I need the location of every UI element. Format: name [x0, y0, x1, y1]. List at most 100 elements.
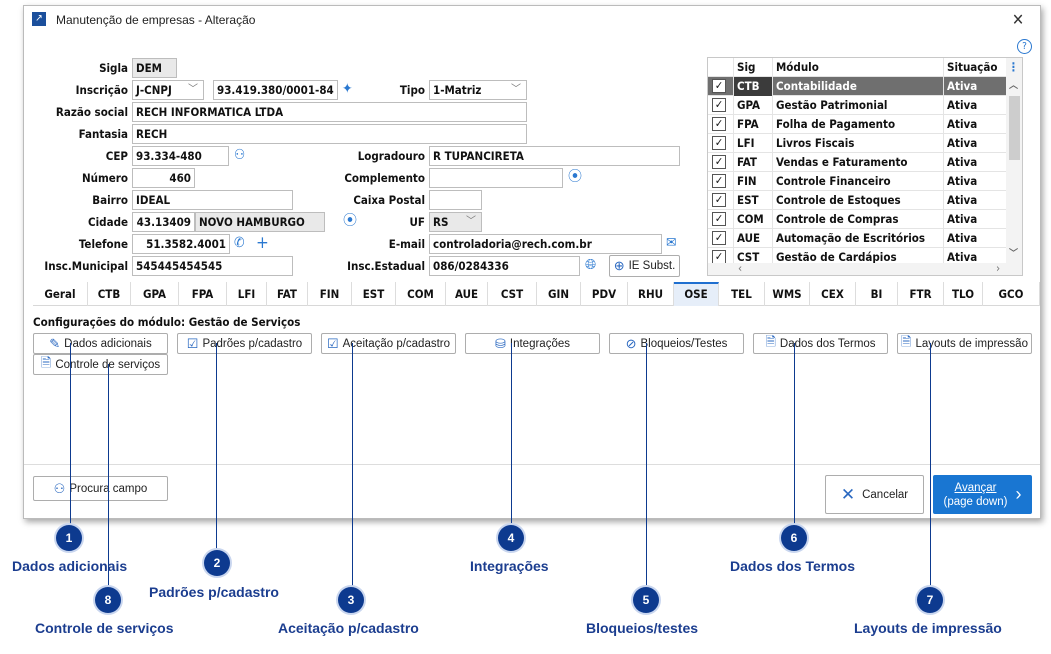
uf-select[interactable]: RS ﹀ [429, 212, 482, 232]
tipo-select[interactable]: 1-Matriz ﹀ [429, 80, 527, 100]
tab-ftr[interactable]: FTR [898, 282, 944, 306]
horizontal-scrollbar[interactable]: ‹ › [708, 261, 1022, 275]
callout-line [352, 343, 353, 587]
checkbox[interactable]: ✓ [712, 231, 726, 245]
tab-rhu[interactable]: RHU [628, 282, 674, 306]
grid-row[interactable]: ✓ CTB Contabilidade Ativa [708, 77, 1006, 96]
map-pin-icon[interactable]: ⦿ [568, 167, 582, 187]
grid-row[interactable]: ✓ FAT Vendas e Faturamento Ativa [708, 153, 1006, 172]
checkbox[interactable]: ✓ [712, 193, 726, 207]
tab-est[interactable]: EST [352, 282, 396, 306]
plus-icon[interactable]: + [256, 233, 269, 253]
grid-row[interactable]: ✓ FPA Folha de Pagamento Ativa [708, 115, 1006, 134]
dados-adicionais-button[interactable]: ✎ Dados adicionais [33, 333, 168, 354]
cell-modulo: Controle Financeiro [772, 172, 943, 191]
insc-estadual-field[interactable]: 086/0284336 [429, 256, 580, 276]
layouts-impressao-button[interactable]: 🗎︎ Layouts de impressão [897, 333, 1032, 354]
grid-row[interactable]: ✓ GPA Gestão Patrimonial Ativa [708, 96, 1006, 115]
padroes-cadastro-label: Padrões p/cadastro [202, 337, 303, 350]
tab-gco[interactable]: GCO [983, 282, 1040, 306]
next-button[interactable]: Avançar (page down) › [933, 475, 1032, 514]
integracoes-button[interactable]: ⛁ Integrações [465, 333, 600, 354]
tab-ctb[interactable]: CTB [88, 282, 131, 306]
scroll-left-icon[interactable]: ‹ [738, 261, 742, 275]
scroll-right-icon[interactable]: › [996, 261, 1000, 275]
tab-wms[interactable]: WMS [765, 282, 810, 306]
header-sig[interactable]: Sig [733, 58, 772, 77]
tab-gpa[interactable]: GPA [131, 282, 179, 306]
scroll-down-icon[interactable]: ﹀ [1009, 246, 1018, 259]
telefone-field[interactable]: 51.3582.4001 [132, 234, 230, 254]
tab-lfi[interactable]: LFI [227, 282, 267, 306]
tab-aue[interactable]: AUE [446, 282, 488, 306]
cell-modulo: Gestão Patrimonial [772, 96, 943, 115]
mail-icon[interactable]: ✉ [666, 233, 677, 253]
scroll-up-icon[interactable]: ︿ [1009, 78, 1018, 91]
checkbox[interactable]: ✓ [712, 117, 726, 131]
cidade-code-field[interactable]: 43.13409 [132, 212, 195, 232]
tab-tlo[interactable]: TLO [944, 282, 983, 306]
numero-field[interactable]: 460 [132, 168, 195, 188]
tab-bi[interactable]: BI [856, 282, 898, 306]
checkbox[interactable]: ✓ [712, 136, 726, 150]
form-check-icon: ☑ [326, 335, 339, 351]
insc-municipal-field[interactable]: 545445454545 [132, 256, 293, 276]
grid-row[interactable]: ✓ EST Controle de Estoques Ativa [708, 191, 1006, 210]
aceitacao-cadastro-button[interactable]: ☑ Aceitação p/cadastro [321, 333, 456, 354]
cell-modulo: Livros Fiscais [772, 134, 943, 153]
whatsapp-icon[interactable]: ✆ [234, 233, 245, 253]
tab-tel[interactable]: TEL [719, 282, 765, 306]
checkbox[interactable]: ✓ [712, 174, 726, 188]
caixa-postal-field[interactable] [429, 190, 482, 210]
cep-field[interactable]: 93.334-480 [132, 146, 229, 166]
bairro-field[interactable]: IDEAL [132, 190, 293, 210]
tab-ose[interactable]: OSE [674, 282, 719, 306]
tab-cex[interactable]: CEX [810, 282, 856, 306]
tab-fin[interactable]: FIN [308, 282, 352, 306]
tab-pdv[interactable]: PDV [581, 282, 628, 306]
padroes-cadastro-button[interactable]: ☑ Padrões p/cadastro [177, 333, 312, 354]
checkbox[interactable]: ✓ [712, 98, 726, 112]
help-icon[interactable]: ? [1017, 39, 1032, 54]
fantasia-field[interactable]: RECH [132, 124, 527, 144]
controle-servicos-button[interactable]: 🗎︎Controle de serviços [33, 354, 168, 375]
grid-row[interactable]: ✓ FIN Controle Financeiro Ativa [708, 172, 1006, 191]
vertical-scrollbar[interactable]: ⋮ ︿ ﹀ [1006, 58, 1022, 263]
grid-header: Sig Módulo Situação [708, 58, 1006, 77]
checkbox[interactable]: ✓ [712, 212, 726, 226]
tab-fpa[interactable]: FPA [179, 282, 227, 306]
procura-campo-button[interactable]: ⚇ Procura campo [33, 476, 168, 501]
ie-subst-button[interactable]: ⊕ IE Subst. [609, 255, 680, 277]
inscricao-type-select[interactable]: J-CNPJ ﹀ [132, 80, 204, 100]
checkbox[interactable]: ✓ [712, 79, 726, 93]
grid-row[interactable]: ✓ AUE Automação de Escritórios Ativa [708, 229, 1006, 248]
cell-sig: FPA [733, 115, 772, 134]
bloqueios-testes-button[interactable]: ⊘ Bloqueios/Testes [609, 333, 744, 354]
tab-fat[interactable]: FAT [267, 282, 308, 306]
checkbox[interactable]: ✓ [712, 155, 726, 169]
sigla-field[interactable]: DEM [132, 58, 177, 78]
binoculars-icon[interactable]: ⚇ [234, 145, 245, 165]
tab-com[interactable]: COM [396, 282, 446, 306]
tab-geral[interactable]: Geral [33, 282, 88, 306]
callout-line [794, 343, 795, 525]
cell-situacao: Ativa [943, 229, 1006, 248]
complemento-field[interactable] [429, 168, 563, 188]
email-field[interactable]: controladoria@rech.com.br [429, 234, 662, 254]
tab-gin[interactable]: GIN [537, 282, 581, 306]
dados-termos-button[interactable]: 🗎︎ Dados dos Termos [753, 333, 888, 354]
cell-sig: FAT [733, 153, 772, 172]
scrollbar-thumb[interactable] [1009, 96, 1020, 160]
logradouro-field[interactable]: R TUPANCIRETA [429, 146, 680, 166]
header-modulo[interactable]: Módulo [772, 58, 943, 77]
cancel-button[interactable]: ✕ Cancelar [825, 475, 924, 514]
grid-row[interactable]: ✓ COM Controle de Compras Ativa [708, 210, 1006, 229]
globe-icon[interactable]: 🌐︎ [585, 255, 596, 275]
razao-field[interactable]: RECH INFORMATICA LTDA [132, 102, 527, 122]
tab-cst[interactable]: CST [488, 282, 537, 306]
checkbox[interactable]: ✓ [712, 250, 726, 264]
header-situacao[interactable]: Situação [943, 58, 1006, 77]
grid-row[interactable]: ✓ LFI Livros Fiscais Ativa [708, 134, 1006, 153]
more-options-icon[interactable]: ⋮ [1008, 60, 1019, 74]
close-icon[interactable]: ✕ [1012, 10, 1024, 29]
